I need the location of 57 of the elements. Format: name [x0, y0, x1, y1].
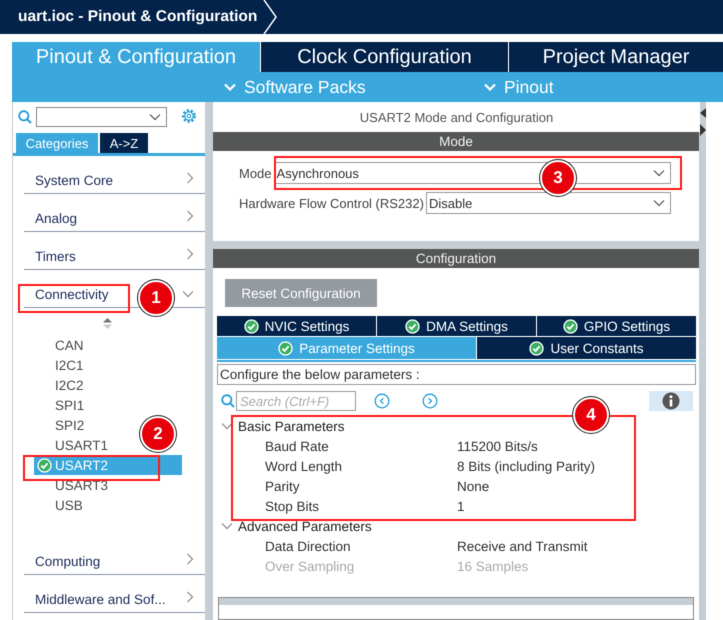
peripheral-item[interactable]: USART3 — [34, 475, 182, 495]
field-label: Hardware Flow Control (RS232) — [239, 196, 424, 210]
main-tab[interactable]: Clock Configuration — [261, 42, 508, 72]
parameter-name: Data Direction — [265, 538, 352, 554]
info-button[interactable] — [649, 391, 693, 411]
parameter-name: Word Length — [265, 458, 344, 474]
settings-tab[interactable]: NVIC Settings — [217, 316, 376, 336]
group-label[interactable]: Basic Parameters — [238, 418, 345, 434]
chevron-down-icon — [149, 113, 161, 121]
parameter-value: 1 — [457, 498, 465, 514]
settings-icon[interactable] — [181, 108, 197, 124]
section-header: Configuration — [213, 249, 699, 268]
field-label: Mode — [239, 166, 272, 180]
search-field[interactable]: Search (Ctrl+F) — [236, 391, 356, 411]
check-icon — [37, 458, 52, 472]
parameter-value: None — [457, 478, 490, 494]
next-icon[interactable] — [422, 393, 438, 409]
search-icon — [221, 394, 235, 408]
parameter-value: 115200 Bits/s — [457, 438, 538, 454]
settings-tab[interactable]: GPIO Settings — [537, 316, 696, 336]
check-icon — [562, 318, 578, 334]
parameter-value: Receive and Transmit — [457, 538, 588, 554]
window-title: uart.ioc - Pinout & Configuration — [17, 8, 258, 26]
previous-icon[interactable] — [374, 393, 390, 409]
chevron-down-icon — [653, 199, 665, 207]
parameter-name: Over Sampling — [265, 558, 356, 574]
view-tab[interactable]: A->Z — [100, 133, 148, 153]
panel-title: USART2 Mode and Configuration — [213, 102, 700, 132]
search-icon — [18, 110, 32, 124]
chevron-down-icon — [224, 83, 236, 91]
peripheral-item[interactable]: CAN — [34, 335, 182, 355]
group-label[interactable]: Advanced Parameters — [238, 518, 372, 534]
peripheral-item[interactable]: I2C2 — [34, 375, 182, 395]
check-icon — [278, 340, 294, 356]
chevron-down-icon — [484, 83, 496, 91]
chevron-down-icon — [653, 169, 665, 177]
parameter-name: Stop Bits — [265, 498, 320, 514]
parameter-name: Parity — [265, 478, 301, 494]
dropdown[interactable]: Disable — [426, 192, 671, 214]
collapse-arrows-icon — [700, 108, 706, 138]
category-search-combobox[interactable] — [36, 107, 167, 127]
settings-tab[interactable]: DMA Settings — [377, 316, 536, 336]
peripheral-item[interactable]: USB — [34, 495, 182, 515]
sort-arrows-icon — [103, 318, 112, 329]
check-icon — [529, 340, 544, 356]
description-text: Configure the below parameters : — [217, 364, 696, 385]
section-header: Mode — [213, 132, 699, 151]
parameter-value: 8 Bits (including Parity) — [457, 458, 596, 474]
info-icon — [662, 392, 680, 410]
peripheral-item[interactable]: I2C1 — [34, 355, 182, 375]
main-tab[interactable]: Project Manager — [509, 42, 723, 72]
parameter-name: Baud Rate — [265, 438, 330, 454]
check-icon — [244, 318, 259, 334]
parameter-value: 16 Samples — [457, 558, 528, 574]
settings-tab[interactable]: User Constants — [477, 337, 696, 359]
check-icon — [405, 318, 420, 334]
peripheral-item[interactable]: SPI1 — [34, 395, 182, 415]
